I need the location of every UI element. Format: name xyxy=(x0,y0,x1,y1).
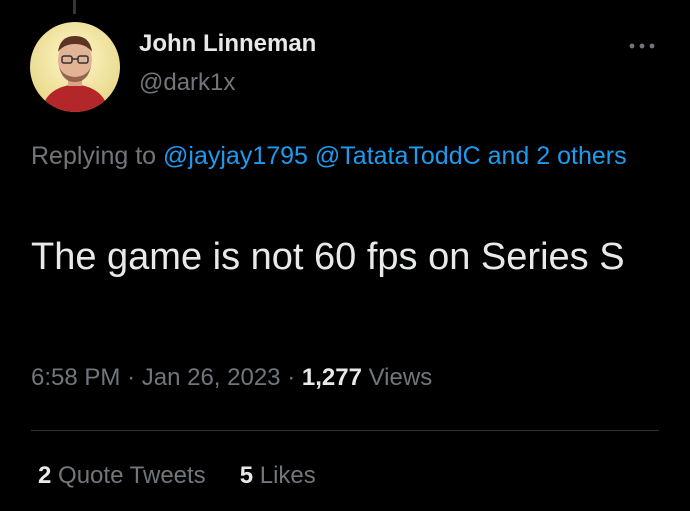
mention-link[interactable]: @jayjay1795 xyxy=(163,142,308,170)
likes-link[interactable]: 5 Likes xyxy=(240,462,316,489)
more-horizontal-icon[interactable] xyxy=(626,36,658,56)
meta-separator: · xyxy=(127,364,136,391)
avatar[interactable] xyxy=(30,22,120,112)
profile-photo-icon xyxy=(30,22,120,112)
views-count: 1,277 xyxy=(301,364,362,391)
thread-connector-line xyxy=(73,0,76,14)
likes-count: 5 xyxy=(239,462,254,489)
replying-to: Replying to @jayjay1795 @TatataToddC and… xyxy=(31,138,651,174)
replying-to-conjunction[interactable]: and xyxy=(488,142,530,170)
tweet-stats: 2 Quote Tweets 5 Likes xyxy=(38,462,350,490)
tweet-time[interactable]: 6:58 PM xyxy=(31,364,120,391)
mention-link[interactable]: @TatataToddC xyxy=(315,142,481,170)
tweet-text: The game is not 60 fps on Series S xyxy=(31,236,625,278)
meta-separator: · xyxy=(287,364,296,391)
author-display-name[interactable]: John Linneman xyxy=(139,30,316,58)
views-label: Views xyxy=(368,364,433,391)
quote-tweets-link[interactable]: 2 Quote Tweets xyxy=(38,462,206,489)
tweet-metadata: 6:58 PM · Jan 26, 2023 · 1,277 Views xyxy=(31,364,432,392)
replying-to-label: Replying to xyxy=(31,142,157,170)
quote-tweets-count: 2 xyxy=(38,462,52,489)
author-handle[interactable]: @dark1x xyxy=(139,69,235,97)
others-link[interactable]: 2 others xyxy=(536,142,626,170)
divider xyxy=(31,430,659,431)
tweet-date[interactable]: Jan 26, 2023 xyxy=(142,364,281,391)
quote-tweets-label: Quote Tweets xyxy=(58,462,206,489)
likes-label: Likes xyxy=(259,462,316,489)
